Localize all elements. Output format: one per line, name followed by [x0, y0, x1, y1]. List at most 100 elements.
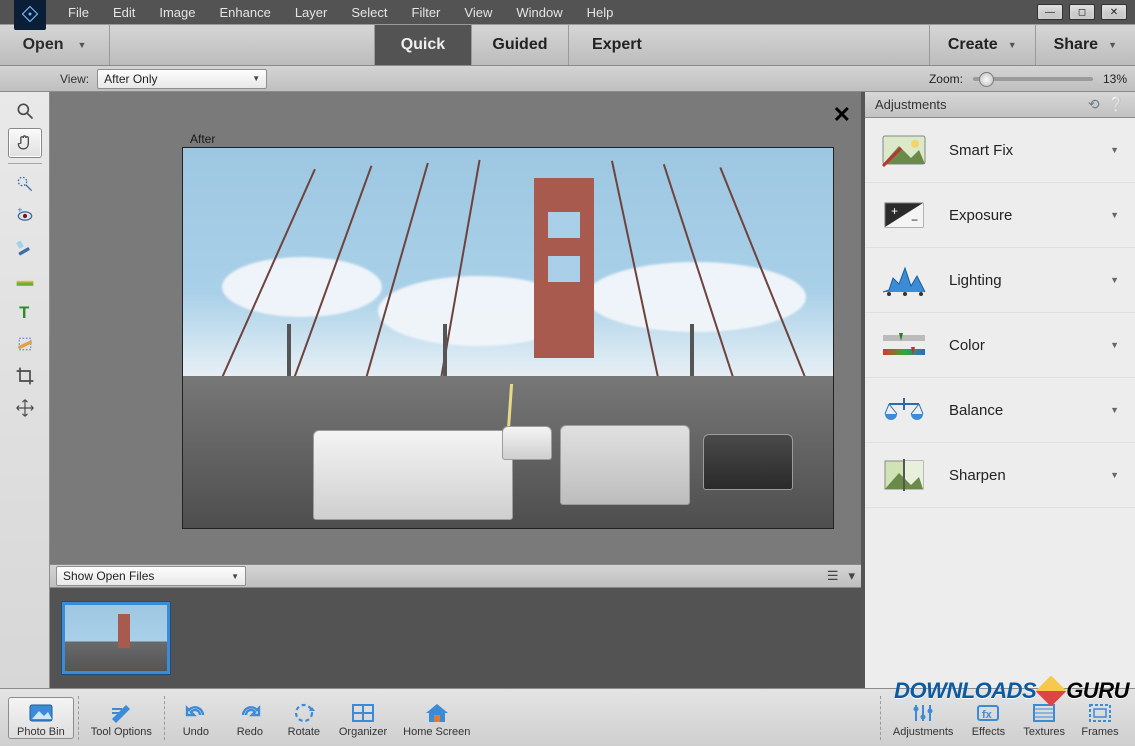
task-rotate[interactable]: Rotate — [277, 698, 331, 738]
task-label: Tool Options — [91, 726, 152, 738]
quick-select-tool[interactable] — [8, 169, 42, 199]
watermark-cube-icon — [1036, 675, 1067, 706]
options-bar: View: After Only ▼ Zoom: 13% — [0, 66, 1135, 92]
redo-icon — [237, 701, 263, 725]
menu-view[interactable]: View — [452, 1, 504, 24]
chevron-down-icon: ▼ — [1108, 40, 1117, 50]
rotate-icon — [291, 701, 317, 725]
spot-heal-tool[interactable] — [8, 329, 42, 359]
adjust-balance[interactable]: Balance ▼ — [865, 378, 1135, 443]
window-close-button[interactable]: ✕ — [1101, 4, 1127, 20]
crop-tool[interactable] — [8, 361, 42, 391]
view-dropdown-value: After Only — [104, 72, 157, 86]
hand-tool[interactable] — [8, 128, 42, 158]
image-canvas[interactable] — [183, 148, 833, 528]
task-homescreen[interactable]: Home Screen — [395, 698, 478, 738]
task-label: Undo — [183, 726, 209, 738]
open-button[interactable]: Open ▼ — [0, 25, 110, 65]
redeye-tool[interactable]: + — [8, 201, 42, 231]
window-maximize-button[interactable]: ◻ — [1069, 4, 1095, 20]
move-tool[interactable] — [8, 393, 42, 423]
adjust-sharpen[interactable]: Sharpen ▼ — [865, 443, 1135, 508]
balance-icon — [881, 392, 927, 428]
task-label: Organizer — [339, 726, 387, 738]
chevron-down-icon: ▼ — [1110, 210, 1119, 220]
canvas-area: ✕ After — [50, 92, 861, 564]
adjust-exposure[interactable]: +− Exposure ▼ — [865, 183, 1135, 248]
adjust-label: Balance — [949, 402, 1088, 419]
menu-select[interactable]: Select — [339, 1, 399, 24]
type-tool[interactable]: T — [8, 297, 42, 327]
photo-bin — [50, 588, 861, 688]
task-label: Adjustments — [893, 726, 954, 738]
menu-layer[interactable]: Layer — [283, 1, 340, 24]
menu-file[interactable]: File — [56, 1, 101, 24]
window-minimize-button[interactable]: — — [1037, 4, 1063, 20]
chevron-down-icon: ▼ — [1110, 470, 1119, 480]
adjust-smartfix[interactable]: Smart Fix ▼ — [865, 118, 1135, 183]
color-icon — [881, 327, 927, 363]
task-label: Effects — [972, 726, 1005, 738]
adjustments-title: Adjustments — [875, 97, 947, 112]
share-button[interactable]: Share ▼ — [1035, 25, 1135, 65]
straighten-tool[interactable] — [8, 265, 42, 295]
effects-icon: fx — [975, 701, 1001, 725]
adjust-label: Exposure — [949, 207, 1088, 224]
svg-text:+: + — [891, 204, 898, 218]
task-organizer[interactable]: Organizer — [331, 698, 395, 738]
menu-filter[interactable]: Filter — [400, 1, 453, 24]
task-photobin[interactable]: Photo Bin — [8, 697, 74, 739]
create-label: Create — [948, 36, 998, 54]
menu-enhance[interactable]: Enhance — [208, 1, 283, 24]
reset-icon[interactable]: ⟲ — [1088, 96, 1100, 113]
help-icon[interactable]: ❔ — [1108, 96, 1125, 113]
mode-tab-quick[interactable]: Quick — [374, 25, 471, 65]
undo-icon — [183, 701, 209, 725]
after-label: After — [190, 132, 215, 146]
mode-tab-guided[interactable]: Guided — [471, 25, 568, 65]
chevron-down-icon: ▼ — [231, 572, 239, 581]
home-icon — [424, 701, 450, 725]
chevron-down-icon: ▼ — [1008, 40, 1017, 50]
view-label: View: — [60, 72, 89, 86]
organizer-icon — [350, 701, 376, 725]
view-dropdown[interactable]: After Only ▼ — [97, 69, 267, 89]
primary-bar: Open ▼ Quick Guided Expert Create ▼ Share… — [0, 24, 1135, 66]
task-label: Frames — [1081, 726, 1118, 738]
smartfix-icon — [881, 132, 927, 168]
watermark: DOWNLOADS GURU — [894, 678, 1129, 704]
bin-sort-icon[interactable]: ☰ — [827, 568, 839, 584]
menu-image[interactable]: Image — [147, 1, 207, 24]
task-undo[interactable]: Undo — [169, 698, 223, 738]
sharpen-icon — [881, 457, 927, 493]
bin-menu-icon[interactable]: ▾ — [848, 568, 855, 584]
open-label: Open — [23, 36, 64, 54]
tooloptions-icon — [108, 701, 134, 725]
menu-window[interactable]: Window — [504, 1, 574, 24]
photo-bin-thumbnail[interactable] — [62, 602, 170, 674]
adjust-color[interactable]: Color ▼ — [865, 313, 1135, 378]
mode-tab-expert[interactable]: Expert — [568, 25, 665, 65]
adjust-lighting[interactable]: Lighting ▼ — [865, 248, 1135, 313]
task-label: Photo Bin — [17, 726, 65, 738]
task-tooloptions[interactable]: Tool Options — [83, 698, 160, 738]
svg-text:T: T — [19, 303, 29, 322]
menu-edit[interactable]: Edit — [101, 1, 147, 24]
watermark-text-b: GURU — [1066, 678, 1129, 704]
chevron-down-icon: ▼ — [1110, 340, 1119, 350]
create-button[interactable]: Create ▼ — [929, 25, 1035, 65]
zoom-slider[interactable] — [973, 77, 1093, 81]
svg-text:−: − — [911, 213, 918, 227]
adjust-label: Smart Fix — [949, 142, 1088, 159]
chevron-down-icon: ▼ — [1110, 275, 1119, 285]
zoom-tool[interactable] — [8, 96, 42, 126]
close-document-button[interactable]: ✕ — [833, 102, 851, 128]
bin-filter-dropdown[interactable]: Show Open Files ▼ — [56, 566, 246, 586]
share-label: Share — [1054, 36, 1098, 54]
chevron-down-icon: ▼ — [1110, 405, 1119, 415]
menu-help[interactable]: Help — [575, 1, 626, 24]
whiten-tool[interactable] — [8, 233, 42, 263]
toolbox: + T — [0, 92, 50, 688]
task-redo[interactable]: Redo — [223, 698, 277, 738]
taskbar: Photo Bin Tool Options Undo Redo Rotate … — [0, 688, 1135, 746]
